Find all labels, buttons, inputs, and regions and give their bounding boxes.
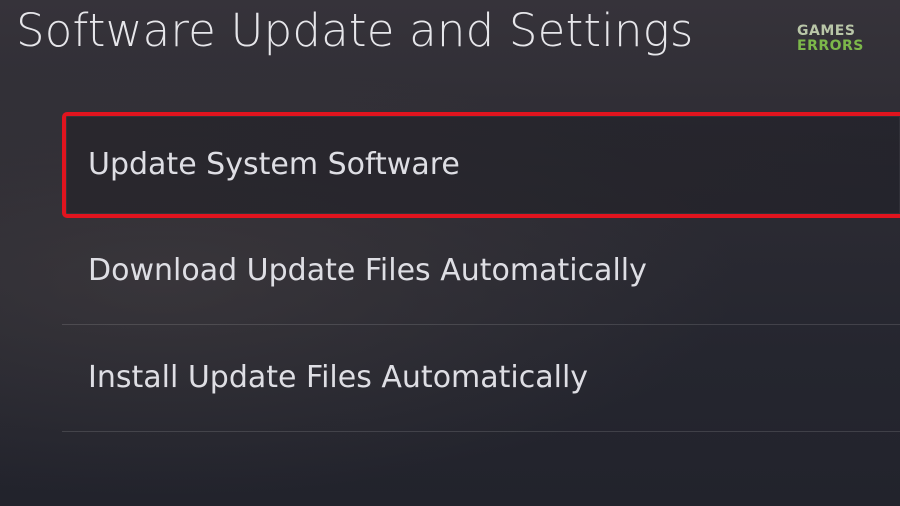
settings-menu-list: Update System Software Download Update F… [62,112,900,432]
menu-item-label: Install Update Files Automatically [88,360,589,395]
menu-item-label: Download Update Files Automatically [88,253,647,288]
divider [62,431,900,432]
settings-screen: Software Update and Settings GAMES ERROR… [0,0,900,506]
page-title: Software Update and Settings [16,4,694,57]
menu-item-label: Update System Software [88,147,460,182]
logo-text-top: GAMES [797,23,856,39]
menu-item-download-update-files[interactable]: Download Update Files Automatically [62,218,900,324]
menu-item-install-update-files[interactable]: Install Update Files Automatically [62,325,900,431]
logo-text-bottom: ERRORS [797,38,864,54]
menu-item-update-system-software[interactable]: Update System Software [62,112,900,218]
games-errors-logo: GAMES ERRORS [797,24,869,54]
